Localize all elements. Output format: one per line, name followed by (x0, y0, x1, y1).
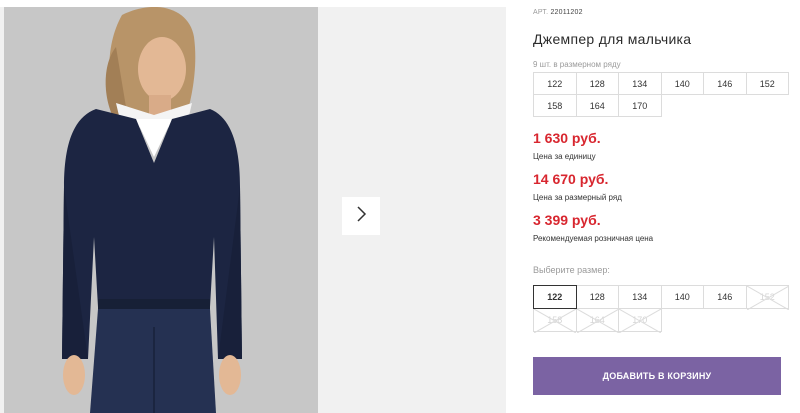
size-option-134[interactable]: 134 (618, 285, 662, 309)
size-option-label: 146 (717, 292, 733, 302)
unit-price: 1 630 руб. (533, 130, 601, 146)
pack-size-cell: 140 (660, 72, 704, 95)
size-option-label: 140 (674, 292, 690, 302)
article-number: АРТ. 22011202 (533, 9, 583, 16)
size-option-146[interactable]: 146 (703, 285, 747, 309)
size-option-122[interactable]: 122 (533, 285, 577, 309)
size-picker-grid: 122 128 134 140 146 152 158 164 170 (533, 285, 789, 333)
size-option-164: 164 (575, 308, 619, 333)
pack-caption: 9 шт. в размерном ряду (533, 60, 621, 69)
add-to-cart-button[interactable]: ДОБАВИТЬ В КОРЗИНУ (533, 357, 781, 395)
pack-price: 14 670 руб. (533, 171, 609, 187)
pack-size-cell: 128 (575, 72, 619, 95)
size-option-label: 122 (547, 292, 563, 302)
unavailable-cross-icon (576, 309, 619, 333)
pack-size-cell: 134 (618, 72, 662, 95)
unavailable-cross-icon (746, 286, 789, 310)
size-option-140[interactable]: 140 (660, 285, 704, 309)
size-option-152: 152 (745, 285, 789, 310)
size-option-128[interactable]: 128 (575, 285, 619, 309)
pack-size-grid: 122 128 134 140 146 152 158 164 170 (533, 72, 789, 117)
unavailable-cross-icon (534, 309, 576, 333)
pack-size-cell: 164 (575, 94, 619, 117)
size-picker-label: Выберите размер: (533, 265, 610, 275)
size-option-label: 128 (589, 292, 605, 302)
pack-size-cell: 158 (533, 94, 577, 117)
pack-size-cell: 170 (618, 94, 662, 117)
pack-size-cell: 152 (745, 72, 789, 95)
product-gallery (0, 7, 506, 413)
retail-price-label: Рекомендуемая розничная цена (533, 234, 654, 243)
product-title: Джемпер для мальчика (533, 31, 692, 47)
unavailable-cross-icon (619, 309, 661, 333)
article-label: АРТ. (533, 9, 549, 16)
size-option-158: 158 (533, 308, 577, 333)
article-value: 22011202 (550, 9, 583, 16)
pack-size-cell: 122 (533, 72, 577, 95)
product-photo (4, 7, 318, 413)
size-option-label: 134 (632, 292, 648, 302)
chevron-right-icon (355, 205, 367, 227)
pack-price-label: Цена за размерный ряд (533, 193, 622, 202)
pack-size-cell: 146 (703, 72, 747, 95)
unit-price-label: Цена за единицу (533, 152, 596, 161)
size-option-170: 170 (618, 308, 662, 333)
retail-price: 3 399 руб. (533, 212, 601, 228)
gallery-next-button[interactable] (342, 197, 380, 235)
